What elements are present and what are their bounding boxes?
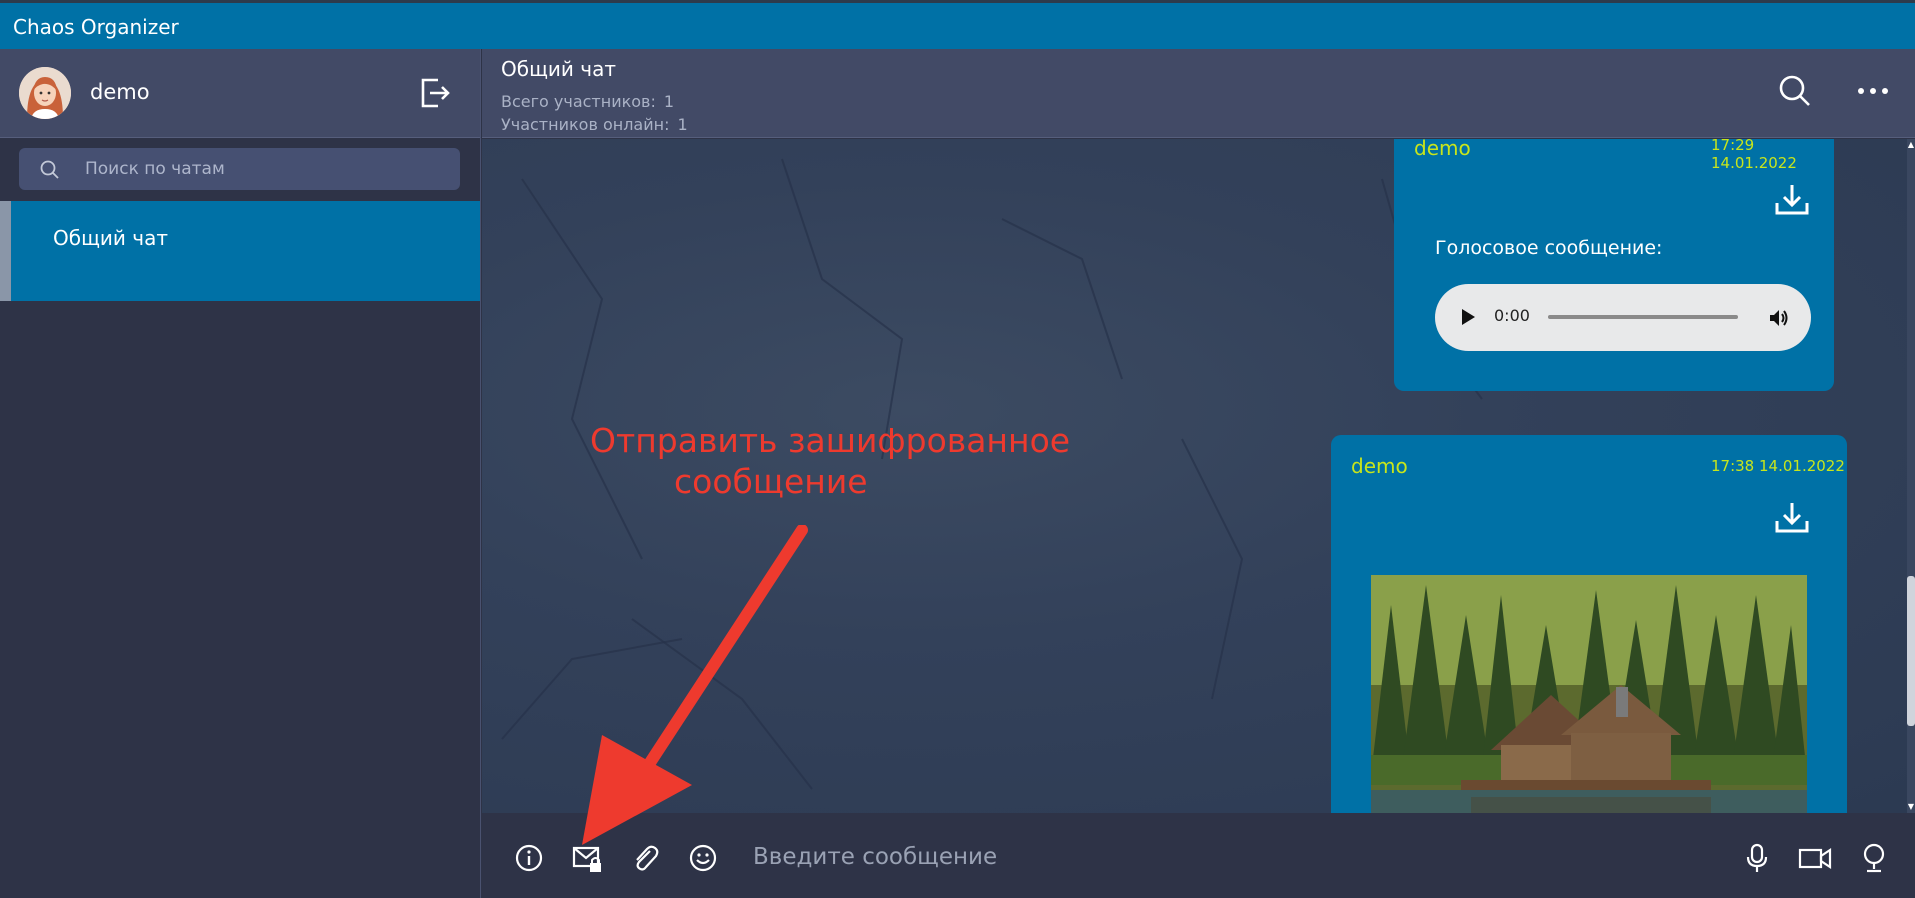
info-icon[interactable] [514,843,544,873]
logout-icon[interactable] [418,76,452,110]
message-image: demo 17:38 14.01.2022 [1331,435,1847,813]
online-count: Участников онлайн: 1 [501,115,688,134]
scrollbar-thumb[interactable] [1907,576,1915,726]
chat-header: Общий чат Всего участников: 1 Участников … [482,49,1915,138]
chat-title: Общий чат [501,57,616,81]
user-name: demo [90,80,150,104]
members-label: Всего участников: [501,92,656,111]
message-input[interactable] [753,837,1453,877]
message-time: 17:29 14.01.2022 [1711,139,1797,172]
emoji-icon[interactable] [688,843,718,873]
message-author: demo [1351,454,1408,478]
chat-panel: Общий чат Всего участников: 1 Участников … [482,49,1915,898]
title-bar: Chaos Organizer [0,0,1915,49]
online-value: 1 [677,115,688,134]
more-options-icon[interactable] [1856,77,1890,105]
annotation-arrow [582,525,808,845]
sidebar: demo Общий чат [0,49,481,898]
annotation-callout: Отправить зашифрованное сообщение [590,420,1110,502]
message-time: 17:38 14.01.2022 [1711,457,1845,475]
download-icon[interactable] [1774,181,1810,217]
search-icon [40,160,59,179]
members-count: Всего участников: 1 [501,92,674,111]
avatar[interactable] [19,67,71,119]
encrypted-message-icon[interactable] [572,843,602,873]
annotation-line-2: сообщение [674,462,868,501]
annotation-line-1: Отправить зашифрованное [590,421,1071,460]
location-pin-icon[interactable] [1859,843,1889,873]
video-camera-icon[interactable] [1798,843,1832,873]
audio-progress[interactable] [1548,315,1738,319]
scroll-down-icon[interactable]: ▼ [1907,803,1915,811]
microphone-icon[interactable] [1742,843,1772,873]
online-label: Участников онлайн: [501,115,670,134]
attach-icon[interactable] [630,843,660,873]
scroll-up-icon[interactable]: ▲ [1907,141,1915,149]
chat-search-input[interactable] [85,154,445,184]
volume-icon[interactable] [1768,307,1790,329]
download-icon[interactable] [1774,499,1810,535]
voice-message-label: Голосовое сообщение: [1435,237,1663,259]
play-icon[interactable] [1462,309,1475,325]
attached-image[interactable] [1371,575,1807,813]
chat-item-label: Общий чат [53,226,168,250]
message-voice: demo 17:29 14.01.2022 Голосовое сообщени… [1394,139,1834,391]
sidebar-item-general-chat[interactable]: Общий чат [0,201,480,301]
chat-search [19,148,460,190]
audio-time: 0:00 [1494,306,1530,325]
app-title: Chaos Organizer [13,15,179,39]
audio-player[interactable]: 0:00 [1435,284,1811,351]
search-icon[interactable] [1778,74,1812,108]
members-value: 1 [663,92,675,111]
message-author: demo [1414,139,1471,160]
user-bar: demo [0,49,480,138]
